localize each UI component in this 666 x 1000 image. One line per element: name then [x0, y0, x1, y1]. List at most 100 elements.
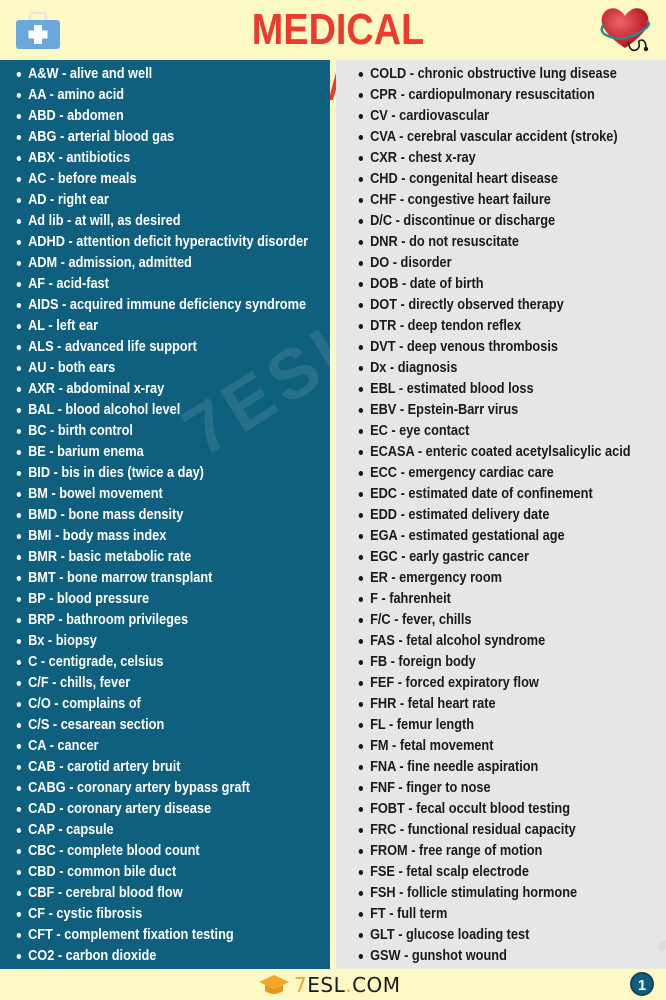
- bullet-icon: [358, 93, 364, 98]
- bullet-icon: [16, 828, 22, 833]
- bullet-icon: [358, 702, 364, 707]
- abbreviation-text: CBC - complete blood count: [28, 843, 200, 859]
- list-item: F - fahrenheit: [356, 589, 631, 610]
- bullet-icon: [358, 660, 364, 665]
- bullet-icon: [358, 681, 364, 686]
- abbreviation-text: AU - both ears: [28, 360, 116, 376]
- abbreviation-text: DTR - deep tendon reflex: [370, 318, 522, 334]
- list-item: BID - bis in dies (twice a day): [14, 463, 308, 484]
- bullet-icon: [16, 639, 22, 644]
- list-item: CPR - cardiopulmonary resuscitation: [356, 85, 631, 106]
- abbreviation-text: ADM - admission, admitted: [28, 255, 192, 271]
- abbreviation-text: CAP - capsule: [28, 822, 114, 838]
- bullet-icon: [358, 723, 364, 728]
- abbreviation-text: ADHD - attention deficit hyperactivity d…: [28, 234, 309, 250]
- list-item: CAD - coronary artery disease: [14, 799, 308, 820]
- bullet-icon: [358, 744, 364, 749]
- site-logo[interactable]: 7ESL.COM: [258, 973, 401, 997]
- list-item: DO - disorder: [356, 253, 631, 274]
- abbreviation-text: EGC - early gastric cancer: [370, 549, 529, 565]
- bullet-icon: [358, 870, 364, 875]
- list-item: C - centigrade, celsius: [14, 652, 308, 673]
- list-item: FB - foreign body: [356, 652, 631, 673]
- list-item: FL - femur length: [356, 715, 631, 736]
- bullet-icon: [16, 198, 22, 203]
- abbreviation-text: ECASA - enteric coated acetylsalicylic a…: [370, 444, 631, 460]
- abbreviation-text: AC - before meals: [28, 171, 137, 187]
- header: MEDICAL ABBREVIATIONS: [0, 0, 666, 110]
- bullet-icon: [358, 807, 364, 812]
- bullet-icon: [358, 912, 364, 917]
- bullet-icon: [358, 345, 364, 350]
- bullet-icon: [358, 828, 364, 833]
- list-item: CF - cystic fibrosis: [14, 904, 308, 925]
- list-item: GLT - glucose loading test: [356, 925, 631, 946]
- list-item: Ad lib - at will, as desired: [14, 211, 308, 232]
- abbreviation-text: FEF - forced expiratory flow: [370, 675, 539, 691]
- list-item: BC - birth control: [14, 421, 308, 442]
- abbreviation-text: DO - disorder: [370, 255, 452, 271]
- list-item: A&W - alive and well: [14, 64, 308, 85]
- list-item: COLD - chronic obstructive lung disease: [356, 64, 631, 85]
- list-item: EDD - estimated delivery date: [356, 505, 631, 526]
- list-item: C/F - chills, fever: [14, 673, 308, 694]
- abbreviation-text: BMT - bone marrow transplant: [28, 570, 213, 586]
- abbreviation-text: FL - femur length: [370, 717, 475, 733]
- abbreviation-text: GSW - gunshot wound: [370, 948, 507, 964]
- list-item: CFT - complement fixation testing: [14, 925, 308, 946]
- list-item: CABG - coronary artery bypass graft: [14, 778, 308, 799]
- bullet-icon: [16, 702, 22, 707]
- page-number-badge: 1: [630, 972, 654, 996]
- list-item: ABG - arterial blood gas: [14, 127, 308, 148]
- bullet-icon: [16, 114, 22, 119]
- list-item: DVT - deep venous thrombosis: [356, 337, 631, 358]
- bullet-icon: [358, 429, 364, 434]
- list-item: CAP - capsule: [14, 820, 308, 841]
- bullet-icon: [358, 891, 364, 896]
- abbreviation-text: ECC - emergency cardiac care: [370, 465, 554, 481]
- list-item: AD - right ear: [14, 190, 308, 211]
- abbreviation-text: CHF - congestive heart failure: [370, 192, 551, 208]
- list-item: DTR - deep tendon reflex: [356, 316, 631, 337]
- list-item: ABX - antibiotics: [14, 148, 308, 169]
- left-panel: 7ESL.COM A&W - alive and wellAA - amino …: [0, 60, 556, 969]
- abbreviation-text: FAS - fetal alcohol syndrome: [370, 633, 546, 649]
- abbreviation-text: CHD - congenital heart disease: [370, 171, 558, 187]
- abbreviation-text: GLT - glucose loading test: [370, 927, 530, 943]
- abbreviation-text: FOBT - fecal occult blood testing: [370, 801, 570, 817]
- bullet-icon: [358, 387, 364, 392]
- abbreviation-text: COLD - chronic obstructive lung disease: [370, 66, 617, 82]
- abbreviation-text: FROM - free range of motion: [370, 843, 543, 859]
- bullet-icon: [16, 282, 22, 287]
- bullet-icon: [358, 513, 364, 518]
- abbreviation-text: DVT - deep venous thrombosis: [370, 339, 558, 355]
- bullet-icon: [16, 156, 22, 161]
- abbreviation-text: BID - bis in dies (twice a day): [28, 465, 204, 481]
- abbreviation-text: CF - cystic fibrosis: [28, 906, 143, 922]
- abbreviation-text: CBD - common bile duct: [28, 864, 177, 880]
- abbreviation-text: AF - acid-fast: [28, 276, 109, 292]
- list-item: FRC - functional residual capacity: [356, 820, 631, 841]
- list-item: CBD - common bile duct: [14, 862, 308, 883]
- list-item: FM - fetal movement: [356, 736, 631, 757]
- bullet-icon: [358, 72, 364, 77]
- abbreviation-text: BE - barium enema: [28, 444, 144, 460]
- abbreviation-text: ER - emergency room: [370, 570, 502, 586]
- bullet-icon: [16, 93, 22, 98]
- abbreviation-text: CFT - complement fixation testing: [28, 927, 234, 943]
- list-item: BMI - body mass index: [14, 526, 308, 547]
- bullet-icon: [358, 135, 364, 140]
- abbreviation-text: BP - blood pressure: [28, 591, 150, 607]
- abbreviation-text: F - fahrenheit: [370, 591, 451, 607]
- bullet-icon: [358, 156, 364, 161]
- bullet-icon: [16, 534, 22, 539]
- bullet-icon: [358, 618, 364, 623]
- bullet-icon: [16, 870, 22, 875]
- bullet-icon: [16, 408, 22, 413]
- list-item: CVA - cerebral vascular accident (stroke…: [356, 127, 631, 148]
- abbreviation-text: AXR - abdominal x-ray: [28, 381, 165, 397]
- abbreviation-text: D/C - discontinue or discharge: [370, 213, 556, 229]
- bullet-icon: [358, 765, 364, 770]
- list-item: Dx - diagnosis: [356, 358, 631, 379]
- list-item: ER - emergency room: [356, 568, 631, 589]
